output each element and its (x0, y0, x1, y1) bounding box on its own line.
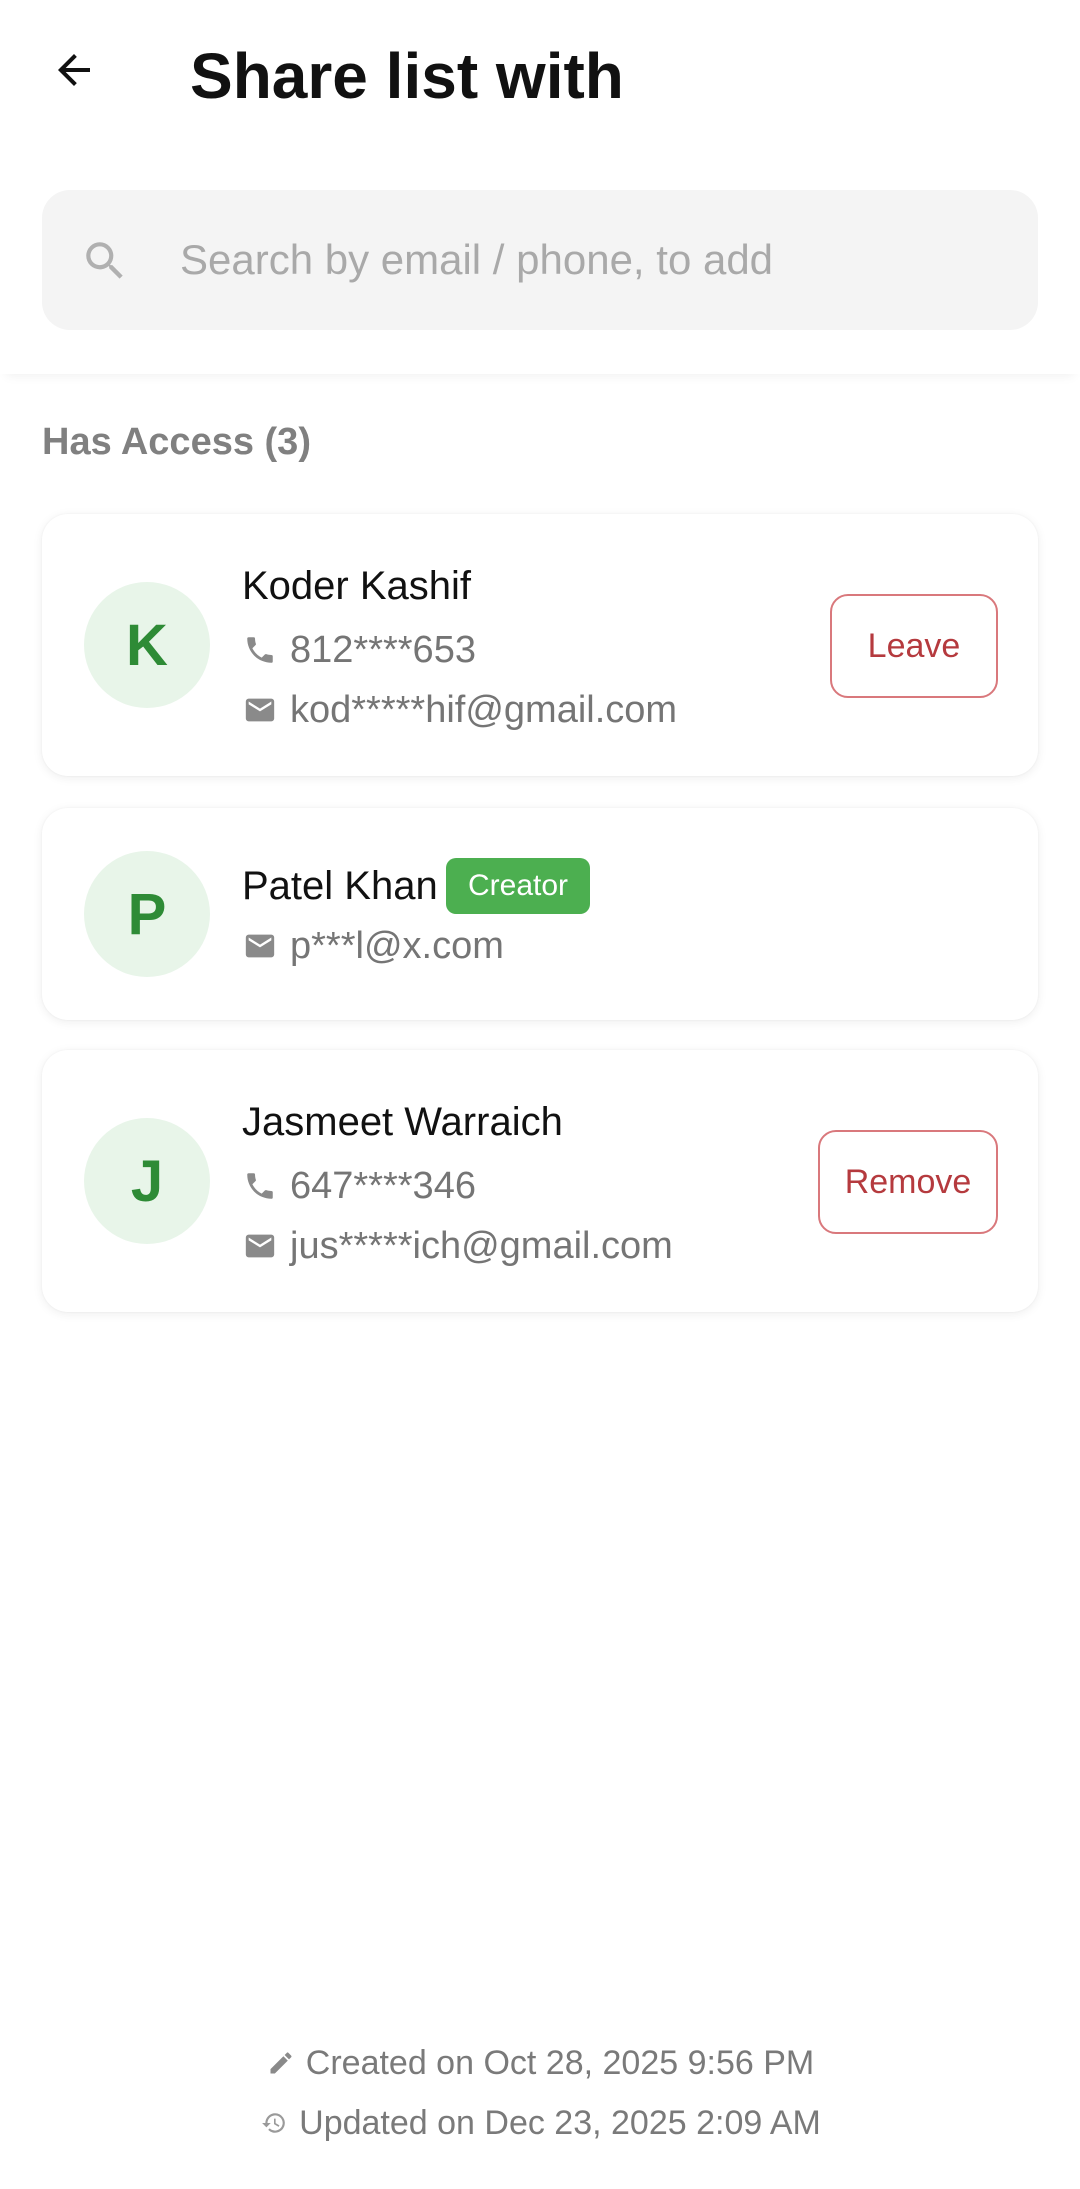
member-phone: 647****346 (290, 1165, 476, 1207)
member-phone-row: 812****653 (242, 624, 476, 676)
member-card: P Patel Khan Creator p***l@x.com (42, 808, 1038, 1020)
member-email: p***l@x.com (290, 925, 504, 967)
section-title-has-access: Has Access (3) (42, 421, 311, 463)
search-bar[interactable] (42, 190, 1038, 330)
avatar: J (84, 1118, 210, 1244)
updated-timestamp: Updated on Dec 23, 2025 2:09 AM (299, 2103, 821, 2142)
member-email-row: jus*****ich@gmail.com (242, 1220, 673, 1272)
member-email: kod*****hif@gmail.com (290, 689, 678, 731)
updated-timestamp-row: Updated on Dec 23, 2025 2:09 AM (0, 2096, 1080, 2150)
member-email-row: kod*****hif@gmail.com (242, 684, 677, 736)
pencil-icon (266, 2048, 296, 2078)
app-bar: Share list with (0, 0, 1080, 150)
remove-button[interactable]: Remove (818, 1130, 998, 1234)
member-email-row: p***l@x.com (242, 920, 504, 972)
arrow-back-icon (58, 54, 90, 86)
share-list-screen: Share list with Has Access (3) K Koder K… (0, 0, 1080, 2189)
history-icon (259, 2108, 289, 2138)
back-button[interactable] (42, 38, 106, 102)
search-input[interactable] (178, 220, 998, 300)
email-icon (242, 928, 278, 964)
member-email: jus*****ich@gmail.com (290, 1225, 673, 1267)
created-timestamp: Created on Oct 28, 2025 9:56 PM (305, 2043, 815, 2082)
created-timestamp-row: Created on Oct 28, 2025 9:56 PM (0, 2036, 1080, 2090)
search-section (0, 150, 1080, 374)
member-name: Jasmeet Warraich (242, 1100, 563, 1144)
member-card: J Jasmeet Warraich 647****346 jus*****ic… (42, 1050, 1038, 1312)
member-phone-row: 647****346 (242, 1160, 476, 1212)
email-icon (242, 1228, 278, 1264)
phone-icon (242, 632, 278, 668)
member-phone: 812****653 (290, 629, 476, 671)
member-card: K Koder Kashif 812****653 kod*****hif@gm… (42, 514, 1038, 776)
avatar: K (84, 582, 210, 708)
creator-badge: Creator (446, 858, 591, 914)
page-title: Share list with (190, 40, 624, 112)
leave-button[interactable]: Leave (830, 594, 998, 698)
member-name: Koder Kashif (242, 564, 472, 608)
member-name: Patel Khan (242, 864, 438, 908)
avatar: P (84, 851, 210, 977)
search-icon (86, 242, 123, 279)
phone-icon (242, 1168, 278, 1204)
email-icon (242, 692, 278, 728)
